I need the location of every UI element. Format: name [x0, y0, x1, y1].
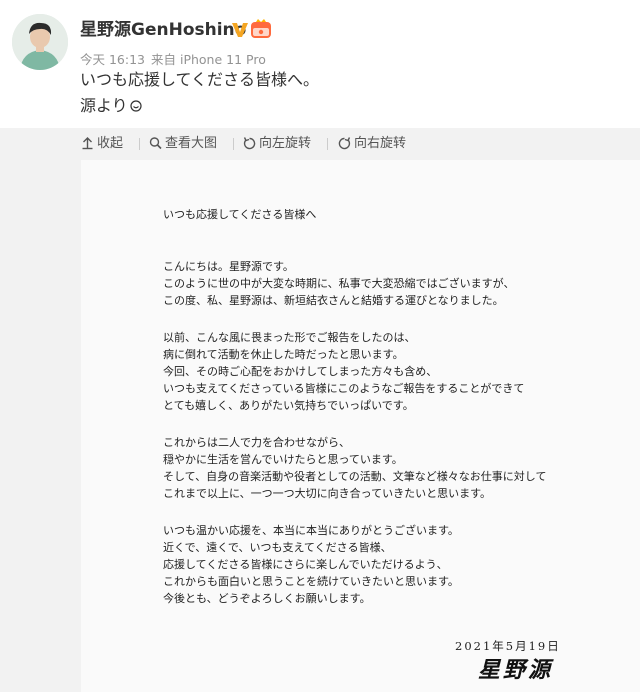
post-meta: 今天 16:13 来自 iPhone 11 Pro	[80, 49, 266, 68]
letter-line: このように世の中が大変な時期に、私事で大変恐縮ではございますが、	[163, 277, 515, 290]
rotate-right-button[interactable]: 向右旋转	[338, 135, 406, 153]
rotate-right-icon	[338, 137, 351, 150]
toolbar-divider	[233, 138, 234, 150]
image-viewer: いつも応援してくださる皆様へ こんにちは。星野源です。 このように世の中が大変な…	[0, 160, 640, 692]
letter-line: 今後とも、どうぞよろしくお願いします。	[163, 592, 371, 605]
collapse-label: 收起	[97, 136, 124, 151]
letter-date: 2021年5月19日	[455, 639, 561, 653]
post-text-line2: 源より	[80, 95, 142, 117]
letter-signature: 星野源	[478, 657, 554, 683]
letter-line: これからは二人で力を合わせながら、	[163, 436, 350, 449]
username[interactable]: 星野源GenHoshino	[80, 19, 246, 41]
letter-line: 以前、こんな風に畏まった形でご報告をしたのは、	[163, 331, 416, 344]
verified-icon	[232, 23, 248, 37]
rotate-left-icon	[243, 137, 256, 150]
letter-line: いつも温かい応援を、本当に本当にありがとうございます。	[163, 524, 459, 537]
smile-icon	[130, 100, 142, 112]
collapse-button[interactable]: 收起	[81, 135, 123, 153]
rotate-left-button[interactable]: 向左旋转	[243, 135, 311, 153]
letter-line: 近くで、遠くで、いつも支えてくださる皆様、	[163, 541, 392, 554]
post-source[interactable]: 来自 iPhone 11 Pro	[151, 52, 266, 67]
letter-line: これまで以上に、一つ一つ大切に向き合っていきたいと思います。	[163, 487, 492, 500]
letter-line: いつも支えてくださっている皆様にこのようなご報告をすることができて	[163, 382, 525, 395]
letter-line: とても嬉しく、ありがたい気持ちでいっぱいです。	[163, 399, 414, 412]
image-toolbar: 收起 查看大图 向左旋转 向右旋转	[0, 128, 640, 160]
post-time: 今天 16:13	[80, 52, 145, 67]
member-badge-icon[interactable]	[250, 19, 272, 41]
letter-line: 今回、その時ご心配をおかけしてしまった方々も含め、	[163, 365, 438, 378]
view-full-label: 查看大图	[165, 136, 218, 151]
letter-line: 応援してくださる皆様にさらに楽しんでいただけるよう、	[163, 558, 448, 571]
collapse-up-icon	[82, 137, 93, 150]
view-full-image-button[interactable]: 查看大图	[149, 135, 217, 153]
letter-line: そして、自身の音楽活動や役者としての活動、文筆など様々なお仕事に対して	[163, 470, 547, 483]
letter-line: こんにちは。星野源です。	[163, 260, 294, 273]
letter-line: 穏やかに生活を営んでいけたらと思っています。	[163, 453, 403, 466]
letter-line: これからも面白いと思うことを続けていきたいと思います。	[163, 575, 459, 588]
post-header: 星野源GenHoshino 今天 16:13 来自 iPhone 11 Pro い…	[0, 0, 640, 128]
avatar[interactable]	[12, 14, 68, 70]
rotate-right-label: 向右旋转	[354, 136, 407, 151]
rotate-left-label: 向左旋转	[259, 136, 312, 151]
toolbar-divider	[327, 138, 328, 150]
post-text-line2-text: 源より	[80, 96, 128, 115]
letter-greeting: いつも応援してくださる皆様へ	[163, 208, 317, 221]
toolbar-divider	[139, 138, 140, 150]
avatar-icon	[12, 14, 68, 70]
letter-line: 病に倒れて活動を休止した時だったと思います。	[163, 348, 404, 361]
letter-line: この度、私、星野源は、新垣結衣さんと結婚する運びとなりました。	[163, 294, 504, 307]
magnifier-icon	[149, 137, 162, 150]
letter-image[interactable]: いつも応援してくださる皆様へ こんにちは。星野源です。 このように世の中が大変な…	[81, 160, 640, 692]
post-text-line1: いつも応援してくださる皆様へ。	[80, 70, 320, 89]
